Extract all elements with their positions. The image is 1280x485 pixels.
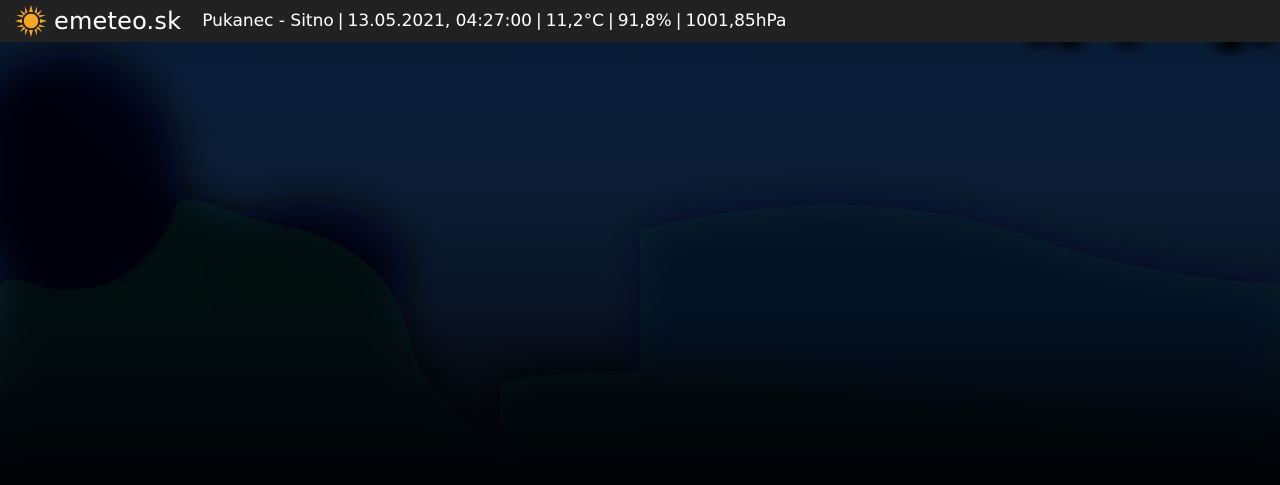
humidity-label: 91,8% — [617, 11, 672, 31]
datetime-label: 13.05.2021, 04:27:00 — [347, 11, 533, 31]
separator: | — [536, 11, 542, 31]
webcam-frame: emeteo.sk Pukanec - Sitno | 13.05.2021, 04… — [0, 0, 1280, 485]
location-label: Pukanec - Sitno — [202, 11, 334, 31]
pressure-label: 1001,85hPa — [685, 11, 787, 31]
weather-info-line: Pukanec - Sitno | 13.05.2021, 04:27:00 | 11,… — [202, 0, 786, 42]
temperature-label: 11,2°C — [545, 11, 604, 31]
brand-name: emeteo.sk — [54, 7, 182, 35]
emeteo-logo[interactable]: emeteo.sk — [14, 0, 181, 42]
overlay-bar: emeteo.sk Pukanec - Sitno | 13.05.2021, 04… — [0, 0, 1280, 42]
separator: | — [675, 11, 682, 31]
separator: | — [337, 11, 344, 31]
separator: | — [607, 11, 614, 31]
landscape-silhouette — [0, 34, 1280, 485]
sun-icon — [15, 5, 47, 37]
